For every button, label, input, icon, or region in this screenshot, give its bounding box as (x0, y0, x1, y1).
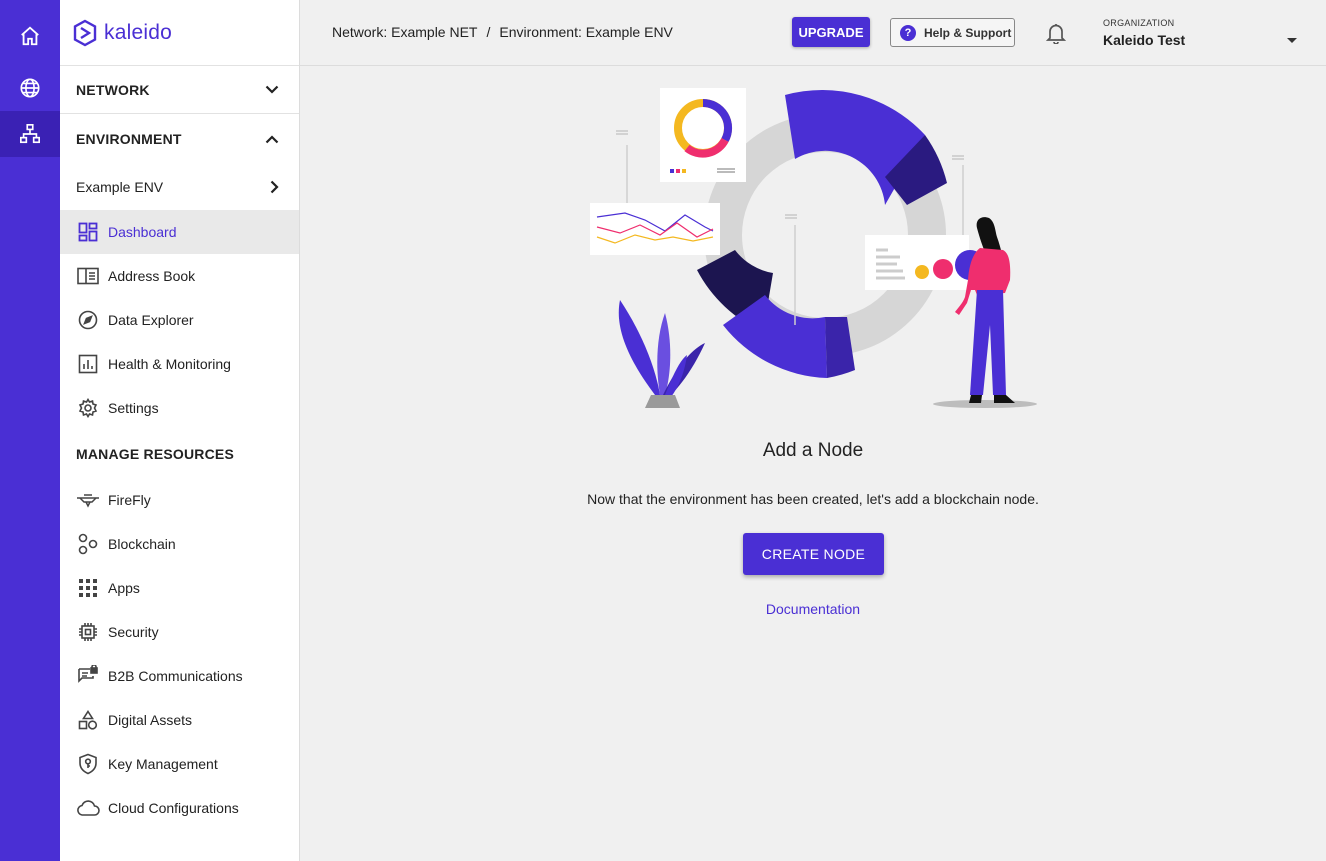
breadcrumb-separator: / (486, 24, 491, 40)
bell-icon (1045, 24, 1067, 45)
dashboard-icon (76, 220, 100, 244)
sidebar-item-health-monitoring[interactable]: Health & Monitoring (60, 342, 299, 386)
chevron-down-icon (265, 85, 279, 94)
create-node-button[interactable]: CREATE NODE (743, 533, 884, 575)
kaleido-logo-icon (73, 19, 97, 46)
bar-chart-icon (76, 352, 100, 376)
icon-rail (0, 0, 60, 861)
cloud-icon (76, 796, 100, 820)
sidebar-item-settings[interactable]: Settings (60, 386, 299, 430)
sidebar-item-label: Cloud Configurations (108, 800, 239, 816)
organization-name[interactable]: Kaleido Test (1103, 32, 1185, 48)
sidebar-item-label: Blockchain (108, 536, 176, 552)
organization-dropdown-caret-icon[interactable] (1287, 38, 1297, 43)
brand-name: kaleido (104, 20, 172, 44)
compass-icon (76, 308, 100, 332)
breadcrumb-environment[interactable]: Environment: Example ENV (499, 24, 673, 40)
sidebar-item-apps[interactable]: Apps (60, 566, 299, 610)
manage-resources-label: MANAGE RESOURCES (76, 446, 234, 462)
home-icon (21, 26, 39, 46)
documentation-link[interactable]: Documentation (300, 601, 1326, 617)
sidebar-item-cloud-configurations[interactable]: Cloud Configurations (60, 786, 299, 830)
organization-label: ORGANIZATION (1103, 18, 1175, 28)
sidebar-item-blockchain[interactable]: Blockchain (60, 522, 299, 566)
manage-resources-header: MANAGE RESOURCES (60, 430, 299, 478)
chevron-up-icon (265, 134, 279, 143)
sidebar-item-label: Apps (108, 580, 140, 596)
add-node-illustration (590, 88, 1037, 408)
home-rail-button[interactable] (0, 13, 60, 59)
sidebar: kaleido NETWORK ENVIRONMENT Example ENV … (60, 0, 300, 861)
sidebar-item-label: Settings (108, 400, 159, 416)
address-book-icon (76, 264, 100, 288)
sidebar-item-firefly[interactable]: FireFly (60, 478, 299, 522)
sidebar-item-dashboard[interactable]: Dashboard (60, 210, 299, 254)
upgrade-button[interactable]: UPGRADE (792, 17, 870, 47)
top-bar: Network: Example NET / Environment: Exampl… (300, 0, 1326, 66)
sidebar-item-label: Digital Assets (108, 712, 193, 728)
shapes-icon (76, 708, 100, 732)
network-rail-button[interactable] (0, 111, 60, 157)
logo[interactable]: kaleido (60, 0, 299, 66)
sidebar-item-address-book[interactable]: Address Book (60, 254, 299, 298)
sidebar-item-label: B2B Communications (108, 668, 243, 684)
page-title: Add a Node (762, 440, 864, 461)
sidebar-item-label: FireFly (108, 492, 151, 508)
sidebar-item-label: Health & Monitoring (108, 356, 231, 372)
network-section-header[interactable]: NETWORK (60, 66, 299, 114)
apps-grid-icon (76, 576, 100, 600)
notifications-button[interactable] (1045, 22, 1067, 49)
sidebar-item-label: Data Explorer (108, 312, 194, 328)
gear-icon (76, 396, 100, 420)
sidebar-item-b2b-communications[interactable]: B2B Communications (60, 654, 299, 698)
breadcrumb: Network: Example NET / Environment: Exampl… (332, 24, 673, 40)
shield-key-icon (76, 752, 100, 776)
sidebar-item-label: Address Book (108, 268, 196, 284)
blockchain-icon (76, 532, 100, 556)
sidebar-item-digital-assets[interactable]: Digital Assets (60, 698, 299, 742)
globe-icon (20, 78, 40, 98)
chevron-right-icon (270, 180, 279, 194)
environment-selector[interactable]: Example ENV (60, 164, 299, 210)
environment-label: ENVIRONMENT (76, 131, 182, 147)
help-icon: ? (900, 24, 916, 41)
help-support-button[interactable]: ? Help & Support (890, 18, 1015, 47)
globe-rail-button[interactable] (0, 65, 60, 111)
sidebar-item-label: Key Management (108, 756, 218, 772)
sidebar-item-label: Dashboard (108, 224, 177, 240)
page-description: Now that the environment has been create… (587, 491, 1039, 507)
sidebar-item-label: Security (108, 624, 159, 640)
chat-lock-icon (76, 664, 100, 688)
sidebar-item-security[interactable]: Security (60, 610, 299, 654)
breadcrumb-network[interactable]: Network: Example NET (332, 24, 477, 40)
sidebar-item-data-explorer[interactable]: Data Explorer (60, 298, 299, 342)
network-label: NETWORK (76, 81, 150, 98)
network-icon (20, 124, 40, 144)
help-support-label: Help & Support (924, 25, 1012, 40)
firefly-icon (76, 488, 100, 512)
sidebar-item-key-management[interactable]: Key Management (60, 742, 299, 786)
chip-icon (76, 620, 100, 644)
environment-section-header[interactable]: ENVIRONMENT (60, 114, 299, 164)
environment-name: Example ENV (76, 179, 164, 195)
